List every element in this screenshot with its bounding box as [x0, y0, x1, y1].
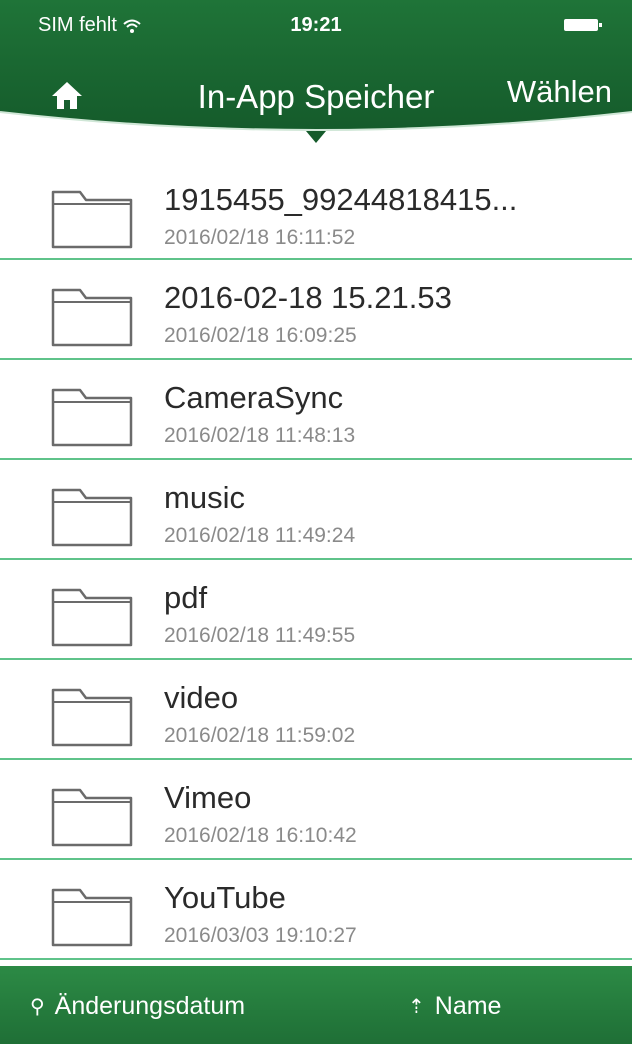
clock-sort-icon: ⚲: [30, 996, 45, 1018]
file-name: video: [164, 680, 239, 715]
folder-icon: [51, 688, 133, 747]
folder-icon: [51, 788, 133, 847]
file-name: CameraSync: [164, 380, 344, 415]
file-date: 2016/02/18 11:49:24: [164, 524, 356, 547]
file-date: 2016/03/03 19:10:27: [164, 924, 357, 947]
folder-icon: [51, 190, 133, 249]
file-date: 2016/02/18 16:11:52: [164, 226, 356, 249]
sort-bar: ⚲ Änderungsdatum ⇡ Name: [0, 966, 632, 1044]
sort-by-date-label: Änderungsdatum: [54, 992, 246, 1020]
file-date: 2016/02/18 11:48:13: [164, 424, 356, 447]
alpha-sort-icon: ⇡: [408, 996, 425, 1018]
app-header: SIM fehlt 19:21 In-App Speicher Wählen: [0, 0, 632, 150]
list-item[interactable]: pdf 2016/02/18 11:49:55: [0, 560, 632, 660]
folder-icon: [51, 288, 133, 347]
sort-by-date-button[interactable]: ⚲ Änderungsdatum: [30, 992, 245, 1021]
list-item[interactable]: music 2016/02/18 11:49:24: [0, 460, 632, 560]
file-name: Vimeo: [164, 780, 252, 815]
folder-icon: [51, 588, 133, 647]
list-item[interactable]: 2016-02-18 15.21.53 2016/02/18 16:09:25: [0, 260, 632, 360]
list-item[interactable]: Vimeo 2016/02/18 16:10:42: [0, 760, 632, 860]
status-bar: SIM fehlt 19:21: [0, 0, 632, 50]
list-item[interactable]: YouTube 2016/03/03 19:10:27: [0, 860, 632, 960]
file-name: 2016-02-18 15.21.53: [164, 280, 452, 315]
file-date: 2016/02/18 11:49:55: [164, 624, 356, 647]
file-date: 2016/02/18 16:10:42: [164, 824, 357, 847]
file-name: 1915455_99244818415...: [164, 182, 518, 217]
file-name: pdf: [164, 580, 208, 615]
list-item[interactable]: video 2016/02/18 11:59:02: [0, 660, 632, 760]
file-name: music: [164, 480, 245, 515]
folder-icon: [51, 388, 133, 447]
file-name: YouTube: [164, 880, 286, 915]
battery-icon: [564, 19, 602, 31]
list-item[interactable]: CameraSync 2016/02/18 11:48:13: [0, 360, 632, 460]
file-date: 2016/02/18 11:59:02: [164, 724, 356, 747]
folder-icon: [51, 888, 133, 947]
sort-by-name-label: Name: [434, 992, 502, 1020]
sort-by-name-button[interactable]: ⇡ Name: [408, 992, 501, 1021]
file-list: 1915455_99244818415... 2016/02/18 16:11:5…: [0, 162, 632, 960]
folder-icon: [51, 488, 133, 547]
select-button[interactable]: Wählen: [507, 74, 612, 110]
file-date: 2016/02/18 16:09:25: [164, 324, 357, 347]
list-item[interactable]: 1915455_99244818415... 2016/02/18 16:11:5…: [0, 162, 632, 260]
clock: 19:21: [290, 14, 342, 36]
navigation-bar: In-App Speicher Wählen: [0, 50, 632, 140]
